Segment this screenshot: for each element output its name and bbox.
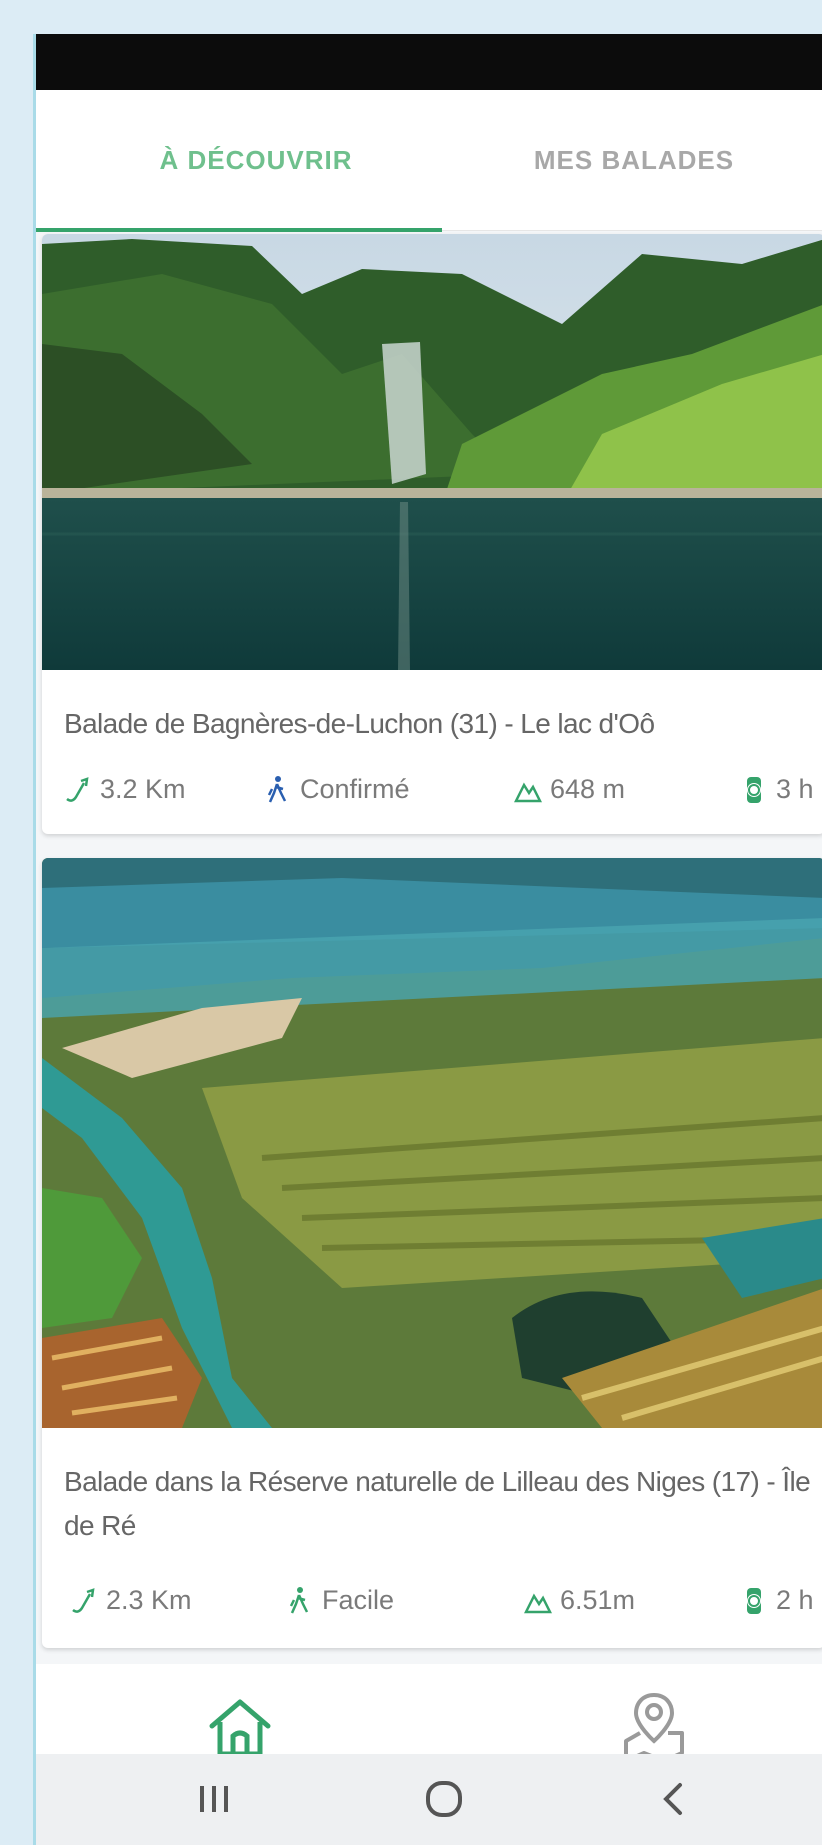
walk-stats: 2.3 Km Facile 6.51m 2 h — [64, 1585, 822, 1625]
stat-elevation-value: 6.51m — [560, 1585, 636, 1615]
stat-duration: 2 h — [740, 1585, 814, 1616]
recent-apps-icon — [200, 1786, 228, 1812]
watch-icon — [747, 776, 761, 803]
stat-level: Facile — [286, 1585, 394, 1616]
stat-distance-value: 2.3 Km — [106, 1585, 192, 1615]
home-icon — [209, 1699, 271, 1757]
recent-apps-button[interactable] — [184, 1774, 244, 1824]
mountain-icon — [514, 781, 542, 802]
top-tab-bar: À DÉCOUVRIR MES BALADES — [36, 90, 822, 231]
active-tab-indicator — [36, 228, 442, 232]
walk-photo-marsh — [42, 858, 822, 1428]
walk-card[interactable]: Balade de Bagnères-de-Luchon (31) - Le l… — [42, 234, 822, 834]
hiker-icon — [267, 775, 287, 803]
stat-level-value: Confirmé — [300, 774, 410, 804]
circle-home-icon — [426, 1781, 462, 1817]
stat-distance: 2.3 Km — [70, 1585, 192, 1616]
stat-elevation: 6.51m — [524, 1585, 635, 1616]
back-chevron-icon — [663, 1783, 682, 1815]
phone-screen: À DÉCOUVRIR MES BALADES Balade de Bagnèr… — [33, 34, 822, 1845]
watch-icon — [747, 1587, 761, 1614]
stat-duration-value: 2 h — [776, 1585, 814, 1615]
walk-stats: 3.2 Km Confirmé 648 m 3 h — [64, 774, 822, 814]
stat-distance-value: 3.2 Km — [100, 774, 186, 804]
walk-title: Balade dans la Réserve naturelle de Lill… — [64, 1466, 811, 1541]
route-icon — [66, 776, 89, 802]
tab-my-walks[interactable]: MES BALADES — [474, 90, 794, 230]
stat-elevation-value: 648 m — [550, 774, 626, 804]
walk-title: Balade de Bagnères-de-Luchon (31) - Le l… — [64, 708, 655, 739]
stat-level: Confirmé — [264, 774, 410, 805]
system-navigation-bar — [36, 1754, 822, 1845]
stat-level-value: Facile — [322, 1585, 395, 1615]
stat-duration: 3 h — [740, 774, 814, 805]
stat-elevation: 648 m — [514, 774, 625, 805]
walk-card[interactable]: Balade dans la Réserve naturelle de Lill… — [42, 858, 822, 1648]
hiker-icon — [289, 1586, 309, 1614]
back-button[interactable] — [644, 1774, 704, 1824]
route-icon — [72, 1587, 95, 1613]
stat-distance: 3.2 Km — [64, 774, 186, 805]
tab-discover[interactable]: À DÉCOUVRIR — [56, 90, 456, 230]
mountain-icon — [524, 1592, 552, 1613]
walk-photo-lake — [42, 234, 822, 670]
status-bar — [36, 34, 822, 90]
system-home-button[interactable] — [414, 1774, 474, 1824]
stat-duration-value: 3 h — [776, 774, 814, 804]
